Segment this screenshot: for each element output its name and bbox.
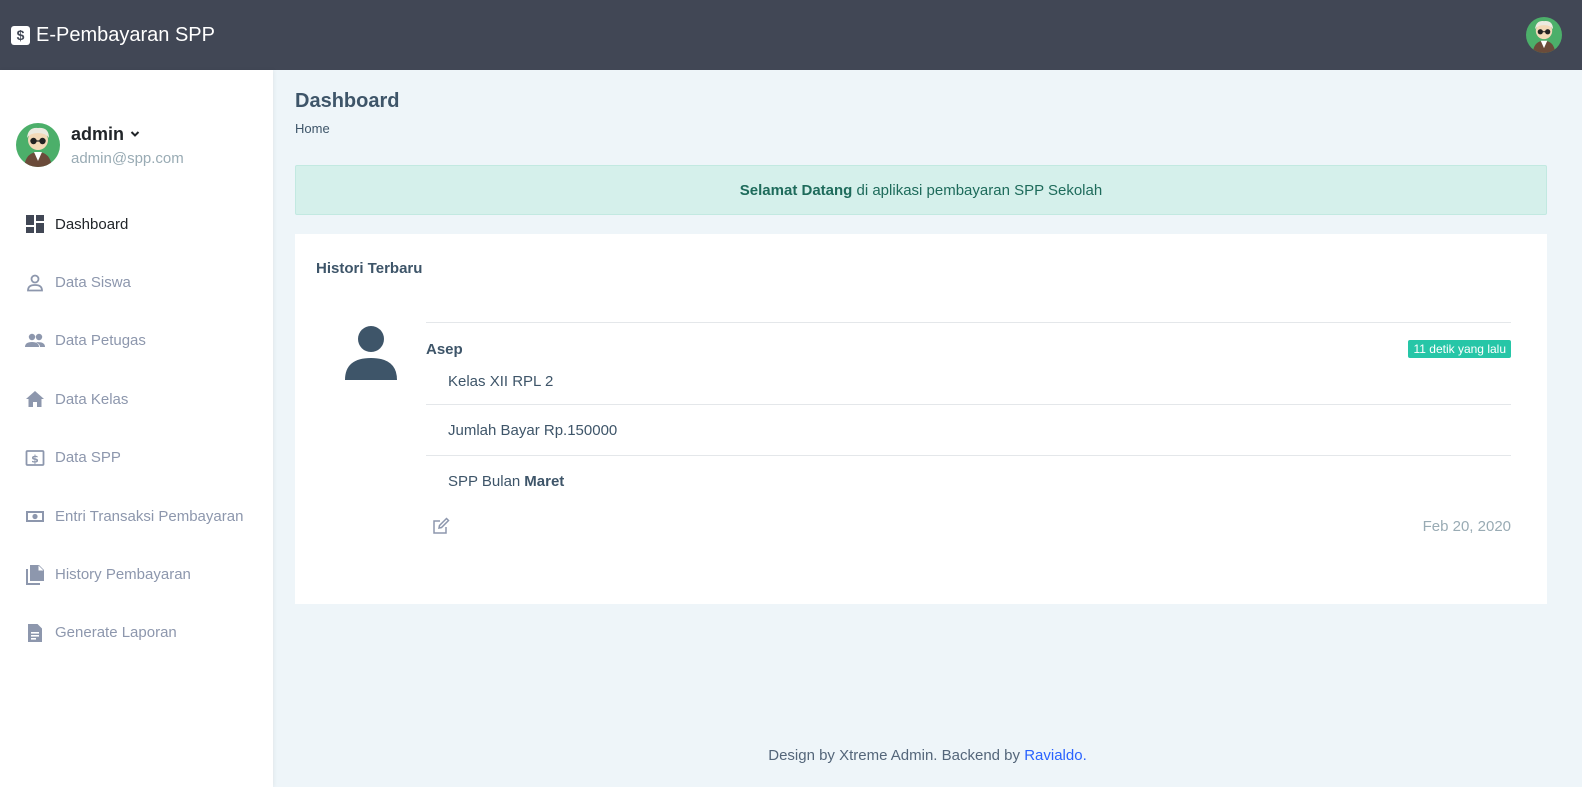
history-date: Feb 20, 2020 [1422, 517, 1511, 535]
user-avatar-icon[interactable] [1526, 17, 1562, 53]
sidebar-item-entri-transaksi[interactable]: Entri Transaksi Pembayaran [0, 487, 273, 545]
sidebar-item-label: Data Siswa [55, 274, 131, 292]
profile-name: admin [71, 123, 125, 144]
sidebar-item-generate-laporan[interactable]: Generate Laporan [0, 604, 273, 662]
page-title: Dashboard [295, 90, 400, 112]
sidebar-menu: Dashboard Data Siswa Data Petugas Data K… [0, 195, 273, 662]
breadcrumb[interactable]: Home [295, 121, 330, 136]
history-entry: Asep 11 detik yang lalu Kelas XII RPL 2 … [426, 322, 1511, 535]
dollar-icon: $ [11, 25, 30, 45]
history-kelas-text: Kelas XII RPL 2 [448, 373, 554, 390]
history-jumlah: Jumlah Bayar Rp.150000 [426, 405, 1511, 456]
footer-link[interactable]: Ravialdo [1024, 747, 1082, 764]
history-spp-month: Maret [524, 472, 565, 490]
sidebar-item-data-siswa[interactable]: Data Siswa [0, 253, 273, 311]
sidebar-item-data-spp[interactable]: $ Data SPP [0, 429, 273, 487]
history-spp: SPP Bulan Maret [426, 456, 1511, 506]
profile-email: admin@spp.com [71, 149, 184, 167]
history-name: Asep [426, 340, 463, 358]
file-multiple-icon [24, 564, 46, 586]
cash-icon [24, 505, 46, 527]
sidebar-item-label: Entri Transaksi Pembayaran [55, 507, 244, 525]
footer: Design by Xtreme Admin. Backend by Ravia… [273, 747, 1582, 764]
main-content: Dashboard Home Selamat Datang di aplikas… [273, 70, 1582, 787]
profile-dropdown[interactable]: admin [71, 124, 184, 145]
history-spp-prefix: SPP Bulan [448, 472, 521, 490]
edit-icon[interactable] [432, 517, 450, 535]
alert-text: di aplikasi pembayaran SPP Sekolah [852, 181, 1103, 199]
topbar: $ E-Pembayaran SPP [0, 0, 1582, 70]
history-kelas: Kelas XII RPL 2 [426, 365, 1511, 405]
time-badge: 11 detik yang lalu [1408, 340, 1511, 358]
alert-strong: Selamat Datang [739, 181, 853, 199]
avatar [16, 123, 60, 167]
sidebar: admin admin@spp.com Dashboard Data Siswa… [0, 70, 273, 787]
history-jumlah-text: Jumlah Bayar Rp.150000 [448, 421, 618, 439]
sidebar-item-label: Dashboard [55, 215, 129, 233]
dollar-box-icon: $ [24, 447, 46, 469]
sidebar-item-data-petugas[interactable]: Data Petugas [0, 312, 273, 370]
brand[interactable]: $ E-Pembayaran SPP [11, 24, 215, 47]
svg-text:$: $ [31, 452, 39, 465]
footer-suffix: . [1082, 747, 1087, 764]
sidebar-item-label: Data Petugas [55, 332, 146, 350]
footer-text: Design by Xtreme Admin. Backend by [768, 747, 1025, 764]
people-icon [24, 330, 46, 352]
file-document-icon [24, 622, 46, 644]
chevron-down-icon [130, 131, 140, 137]
sidebar-item-dashboard[interactable]: Dashboard [0, 195, 273, 253]
sidebar-item-label: Data SPP [55, 449, 121, 467]
dashboard-icon [24, 213, 46, 235]
breadcrumb-home[interactable]: Home [295, 121, 330, 136]
history-card: Histori Terbaru Asep 11 detik yang lalu … [295, 234, 1547, 604]
sidebar-item-label: Generate Laporan [55, 624, 177, 642]
user-profile: admin admin@spp.com [0, 70, 273, 182]
sidebar-item-data-kelas[interactable]: Data Kelas [0, 370, 273, 428]
home-icon [24, 388, 46, 410]
history-title: Histori Terbaru [316, 260, 423, 277]
brand-title: E-Pembayaran SPP [36, 23, 215, 46]
sidebar-item-label: Data Kelas [55, 390, 129, 408]
sidebar-item-history-pembayaran[interactable]: History Pembayaran [0, 545, 273, 603]
sidebar-item-label: History Pembayaran [55, 566, 191, 584]
user-icon [343, 324, 399, 380]
welcome-alert: Selamat Datang di aplikasi pembayaran SP… [295, 165, 1547, 215]
person-icon [24, 272, 46, 294]
